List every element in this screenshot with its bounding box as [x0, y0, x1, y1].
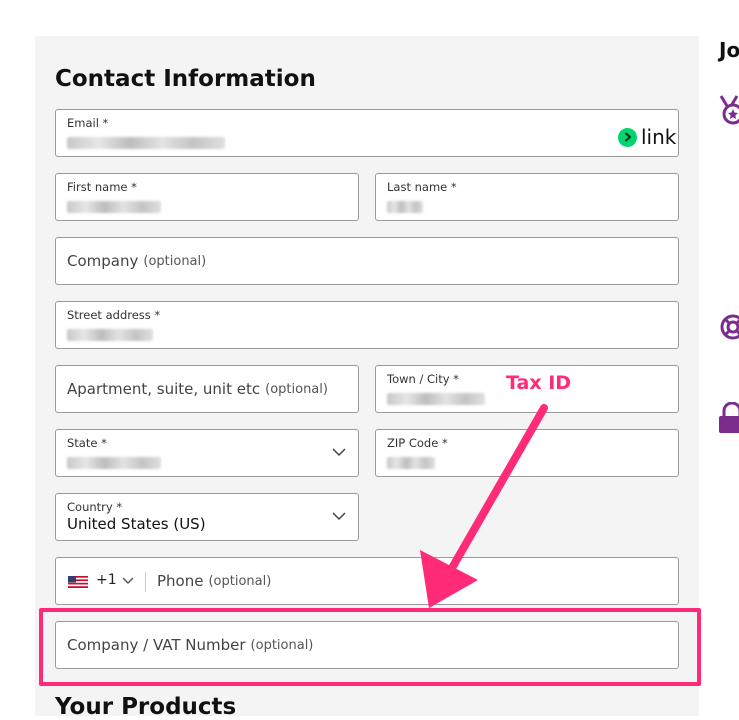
- right-column-heading: Jo: [719, 38, 739, 62]
- lifebuoy-icon: [720, 314, 739, 340]
- tax-id-annotation: Tax ID: [506, 372, 572, 394]
- lock-icon: [719, 402, 739, 433]
- annotation-arrow: [420, 404, 548, 608]
- badge-star-icon: [719, 95, 739, 125]
